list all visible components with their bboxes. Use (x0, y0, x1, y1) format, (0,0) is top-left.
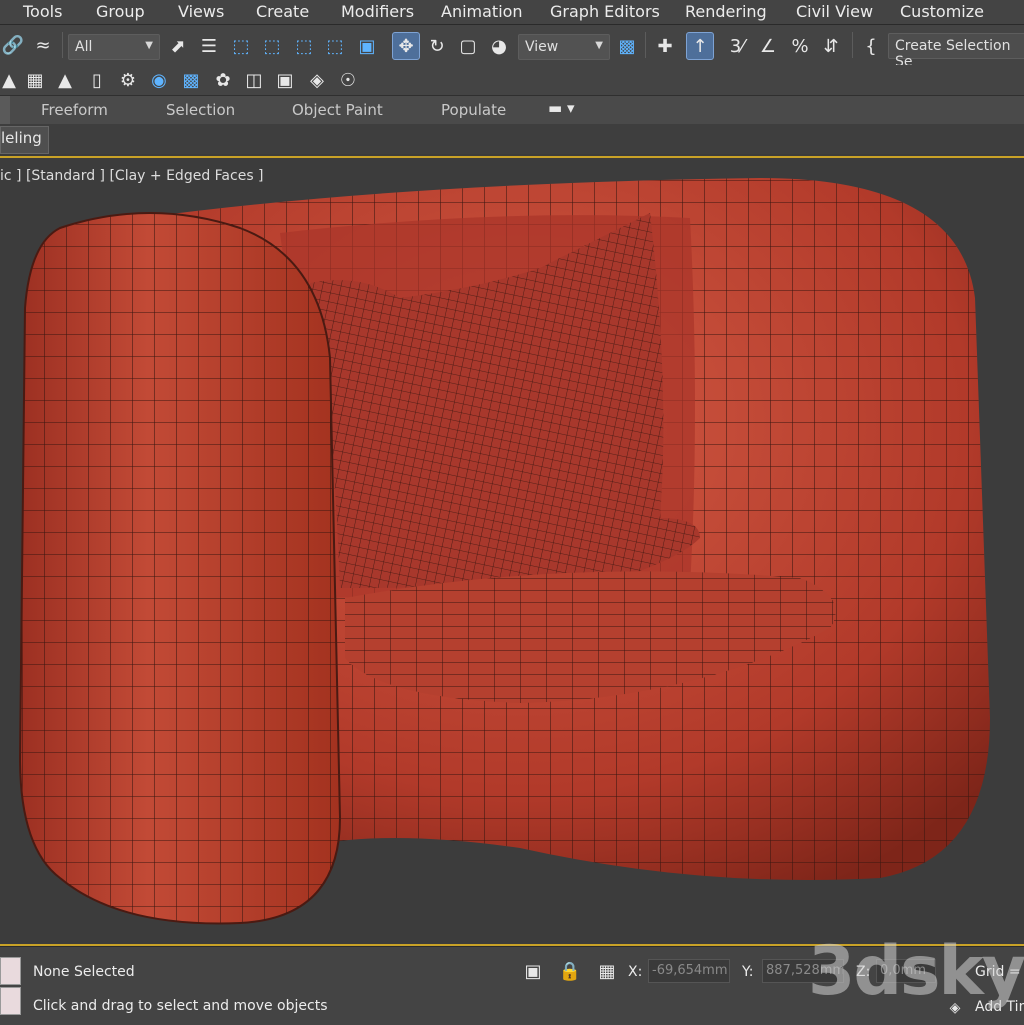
ribbon-panel-bar: leling (0, 124, 1024, 154)
lock-icon[interactable]: 🔒 (557, 958, 583, 984)
toolbar-separator (852, 32, 853, 58)
angle-snap-icon[interactable]: ∠ (755, 33, 781, 59)
maxscript-listener-swatch[interactable] (0, 957, 21, 985)
select-and-scale-icon[interactable]: ▢ (455, 33, 481, 59)
link-icon[interactable]: 🔗 (0, 32, 26, 58)
select-and-link-icon[interactable]: ▣ (354, 33, 380, 59)
teapot-icon[interactable]: ◈ (304, 67, 330, 93)
x-coordinate-field[interactable]: -69,654mm (648, 959, 730, 983)
left-arm-wireframe (20, 213, 340, 924)
menu-views[interactable]: Views (178, 2, 224, 21)
menu-civil-view[interactable]: Civil View (796, 2, 873, 21)
rendered-frame-window-icon[interactable]: ✿ (210, 67, 236, 93)
toolbar-separator (62, 32, 63, 58)
place-icon[interactable]: ◕ (486, 33, 512, 59)
reference-coordinate-value: View (525, 39, 559, 55)
rectangular-selection-icon[interactable]: ⬚ (228, 33, 254, 59)
menu-animation[interactable]: Animation (441, 2, 523, 21)
menu-create[interactable]: Create (256, 2, 309, 21)
bind-space-warp-icon[interactable]: ≈ (30, 32, 56, 58)
tab-populate[interactable]: Populate (441, 101, 506, 119)
perspective-viewport[interactable]: ic ] [Standard ] [Clay + Edged Faces ] (0, 158, 1024, 944)
keyboard-shortcut-override-icon[interactable]: ↑ (686, 32, 714, 60)
tab-freeform[interactable]: Freeform (41, 101, 108, 119)
edit-named-selection-icon[interactable]: { (858, 33, 884, 59)
x-label: X: (628, 964, 643, 980)
select-and-rotate-icon[interactable]: ↻ (424, 33, 450, 59)
curve-editor-icon[interactable]: ▯ (84, 67, 110, 93)
select-and-move-icon[interactable]: ✥ (392, 32, 420, 60)
select-object-icon[interactable]: ⬈ (165, 33, 191, 59)
schematic-view-icon[interactable]: ⚙ (115, 67, 141, 93)
toolbar-separator (645, 32, 646, 58)
watermark: 3dsky (808, 932, 1024, 1011)
menu-modifiers[interactable]: Modifiers (341, 2, 414, 21)
selection-filter-dropdown[interactable]: All ▼ (68, 34, 160, 60)
secondary-toolbar: ▲ ▦ ▲ ▯ ⚙ ◉ ▩ ✿ ◫ ▣ ◈ ☉ (0, 65, 1024, 95)
create-selection-set-dropdown[interactable]: Create Selection Se (888, 33, 1024, 70)
material-editor-icon[interactable]: ◉ (146, 67, 172, 93)
reference-coordinate-dropdown[interactable]: View ▼ (518, 34, 610, 60)
prompt-line: Click and drag to select and move object… (33, 998, 328, 1014)
viewport-label[interactable]: ic ] [Standard ] [Clay + Edged Faces ] (0, 168, 264, 184)
layer-explorer-icon[interactable]: ▦ (22, 67, 48, 93)
ribbon-modeling-tab-edge[interactable] (0, 96, 10, 124)
menu-group[interactable]: Group (96, 2, 145, 21)
ribbon-tabs: Freeform Selection Object Paint Populate… (0, 95, 1024, 125)
tab-selection[interactable]: Selection (166, 101, 235, 119)
menu-graph-editors[interactable]: Graph Editors (550, 2, 660, 21)
menu-rendering[interactable]: Rendering (685, 2, 767, 21)
pivot-center-icon[interactable]: ▩ (614, 33, 640, 59)
lightbulb-icon[interactable]: ☉ (335, 67, 361, 93)
selection-region-icon[interactable]: ⬚ (291, 33, 317, 59)
ribbon-options-icon[interactable]: ▬ ▾ (548, 99, 574, 117)
tab-object-paint[interactable]: Object Paint (292, 101, 383, 119)
spinner-snap-icon[interactable]: ⇵ (818, 33, 844, 59)
select-manipulate-icon[interactable]: ✚ (652, 33, 678, 59)
y-label: Y: (742, 964, 754, 980)
toggle-ribbon-icon[interactable]: ▲ (52, 67, 78, 93)
render-in-cloud-icon[interactable]: ▣ (272, 67, 298, 93)
chevron-down-icon: ▼ (595, 40, 603, 51)
selection-filter-value: All (75, 39, 93, 55)
menu-bar: Tools Group Views Create Modifiers Anima… (0, 0, 1024, 25)
paint-selection-icon[interactable]: ⬚ (322, 33, 348, 59)
menu-customize[interactable]: Customize (900, 2, 984, 21)
snaps-toggle-icon[interactable]: 3⁄ (724, 33, 750, 59)
selection-status: None Selected (33, 964, 135, 980)
maxscript-mini-listener[interactable] (0, 987, 21, 1015)
chevron-down-icon: ▼ (145, 40, 153, 51)
main-toolbar: 🔗 ≈ All ▼ ⬈ ☰ ⬚ ⬚ ⬚ ⬚ ▣ ✥ ↻ ▢ ◕ View ▼ ▩… (0, 25, 1024, 70)
select-by-name-icon[interactable]: ☰ (196, 33, 222, 59)
window-crossing-icon[interactable]: ⬚ (259, 33, 285, 59)
absolute-mode-icon[interactable]: ▦ (594, 958, 620, 984)
tab-modeling[interactable]: leling (0, 126, 49, 154)
isolate-selection-icon[interactable]: ▣ (520, 958, 546, 984)
tab-modeling-label: leling (1, 129, 42, 147)
render-production-icon[interactable]: ◫ (241, 67, 267, 93)
percent-snap-icon[interactable]: % (787, 33, 813, 59)
scene-explorer-icon[interactable]: ▲ (0, 67, 22, 93)
armchair-model[interactable] (0, 158, 1024, 944)
x-coordinate-value: -69,654mm (652, 963, 728, 978)
render-setup-icon[interactable]: ▩ (178, 67, 204, 93)
menu-tools[interactable]: Tools (23, 2, 62, 21)
